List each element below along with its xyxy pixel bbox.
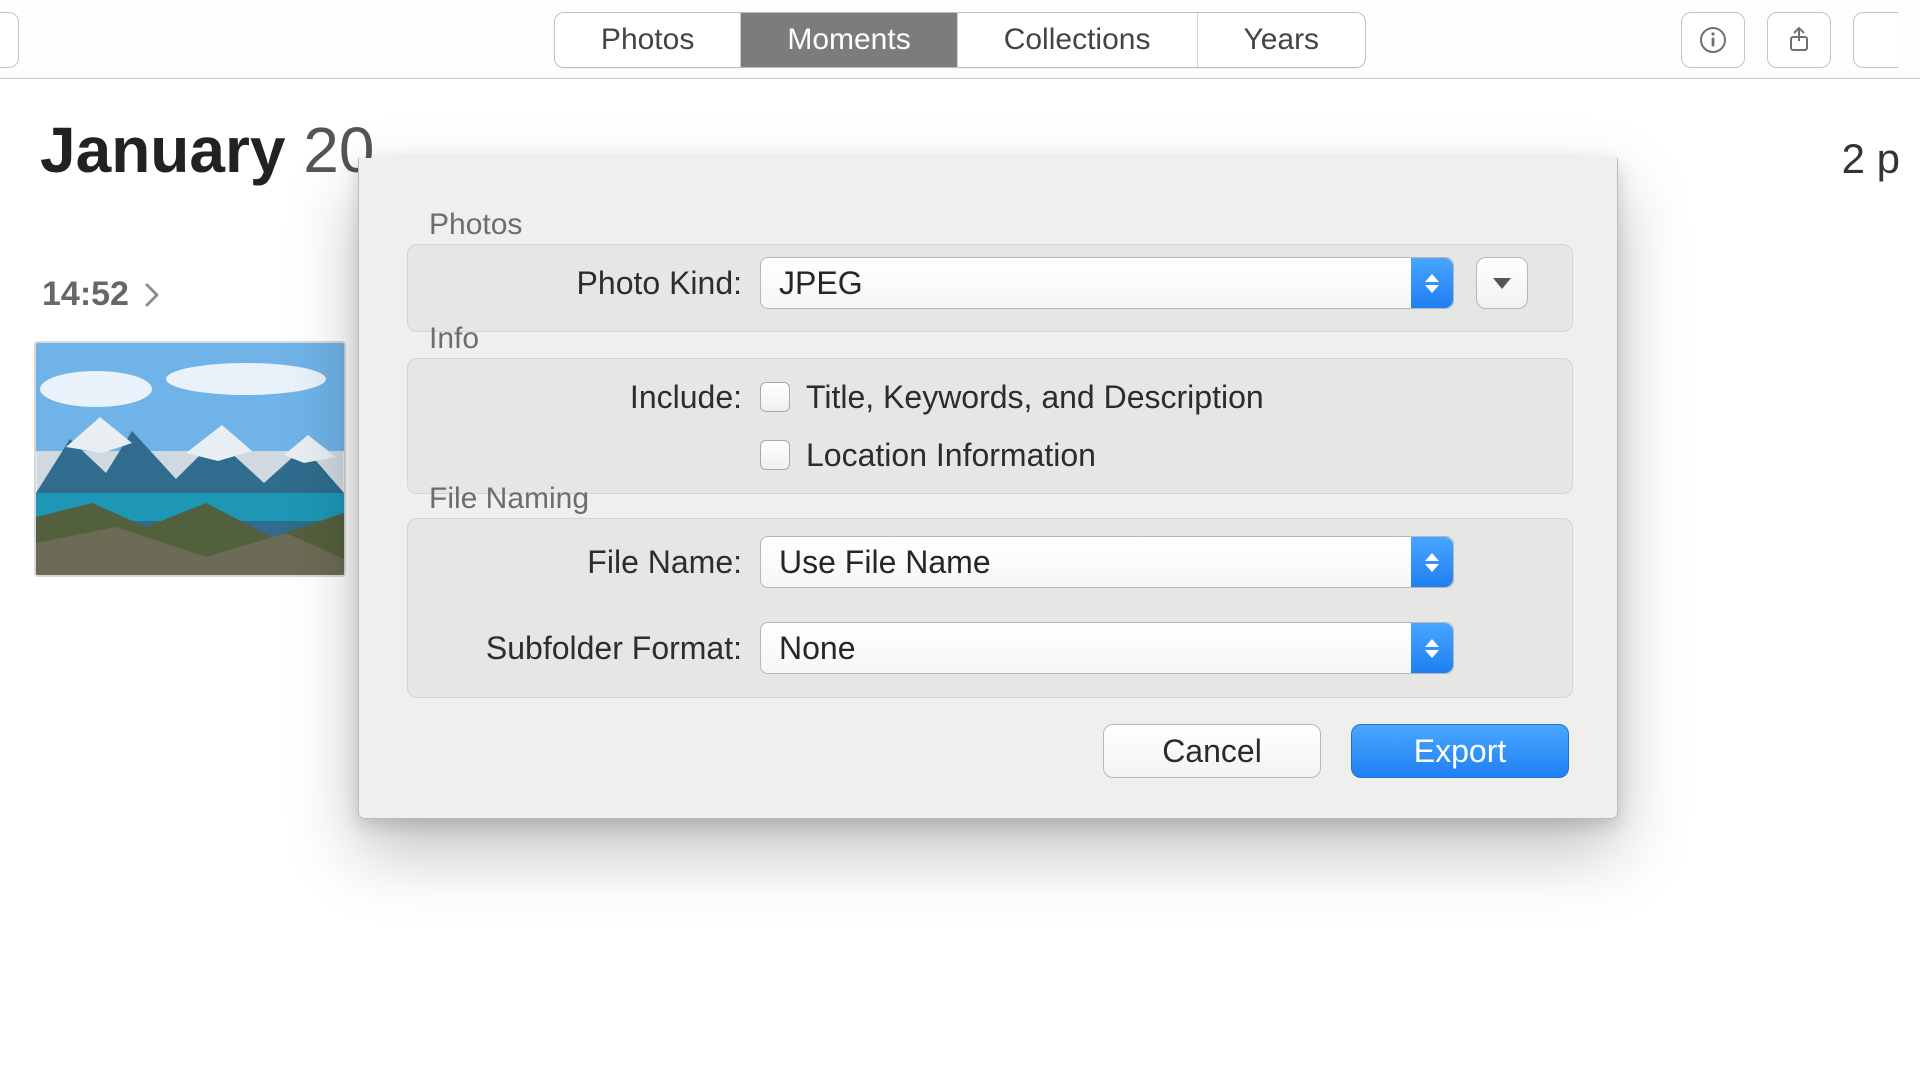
row-subfolder: Subfolder Format: None	[408, 605, 1572, 691]
popup-file-name[interactable]: Use File Name	[760, 536, 1454, 588]
group-photos: Photo Kind: JPEG	[407, 244, 1573, 332]
row-photo-kind: Photo Kind: JPEG	[408, 245, 1572, 321]
share-icon	[1784, 25, 1814, 55]
export-button[interactable]: Export	[1351, 724, 1569, 778]
row-file-name: File Name: Use File Name	[408, 519, 1572, 605]
popup-subfolder[interactable]: None	[760, 622, 1454, 674]
toolbar-left-button-fragment[interactable]	[0, 12, 19, 68]
export-sheet: Photos Photo Kind: JPEG Info Include: Ti…	[358, 158, 1618, 819]
disclosure-button[interactable]	[1476, 257, 1528, 309]
checkbox-location[interactable]	[760, 440, 790, 470]
updown-icon	[1411, 537, 1453, 587]
label-file-name: File Name:	[408, 544, 760, 581]
photo-count-fragment: 2 p	[1842, 135, 1900, 183]
dialog-buttons: Cancel Export	[1103, 724, 1569, 778]
mountain-lake-photo-icon	[36, 343, 344, 575]
checkbox-row-title: Title, Keywords, and Description	[760, 373, 1264, 421]
label-include: Include:	[408, 373, 760, 416]
checkbox-title-keywords[interactable]	[760, 382, 790, 412]
share-button[interactable]	[1767, 12, 1831, 68]
info-icon	[1698, 25, 1728, 55]
section-label-info: Info	[429, 322, 479, 356]
popup-photo-kind[interactable]: JPEG	[760, 257, 1454, 309]
tab-years[interactable]: Years	[1197, 13, 1365, 67]
toolbar-left-cut	[0, 12, 19, 68]
moment-month: January	[40, 114, 285, 186]
label-photo-kind: Photo Kind:	[408, 265, 760, 302]
chevron-right-icon	[143, 281, 161, 309]
section-label-photos: Photos	[429, 208, 522, 242]
popup-photo-kind-value: JPEG	[761, 265, 863, 302]
checkbox-label-title: Title, Keywords, and Description	[806, 379, 1264, 416]
photo-thumbnail[interactable]	[34, 341, 346, 577]
updown-icon	[1411, 623, 1453, 673]
checkbox-label-location: Location Information	[806, 437, 1096, 474]
tab-moments[interactable]: Moments	[741, 13, 957, 67]
moment-time-row[interactable]: 14:52	[42, 275, 161, 314]
content-area: January 20 2 p 14:52 Photos Photo Kind:	[0, 79, 1920, 1080]
toolbar-right-button-fragment[interactable]	[1853, 12, 1898, 68]
toolbar-right	[1681, 12, 1898, 68]
tab-collections[interactable]: Collections	[958, 13, 1198, 67]
moment-time: 14:52	[42, 275, 129, 314]
label-subfolder: Subfolder Format:	[408, 630, 760, 667]
group-naming: File Name: Use File Name Subfolder Forma…	[407, 518, 1573, 698]
info-button[interactable]	[1681, 12, 1745, 68]
popup-file-name-value: Use File Name	[761, 544, 991, 581]
updown-icon	[1411, 258, 1453, 308]
cancel-button[interactable]: Cancel	[1103, 724, 1321, 778]
section-label-naming: File Naming	[429, 482, 589, 516]
popup-subfolder-value: None	[761, 630, 856, 667]
checkbox-row-location: Location Information	[760, 431, 1264, 479]
tab-photos[interactable]: Photos	[555, 13, 741, 67]
view-segmented-control: Photos Moments Collections Years	[554, 12, 1366, 68]
group-info: Include: Title, Keywords, and Descriptio…	[407, 358, 1573, 494]
row-include: Include: Title, Keywords, and Descriptio…	[408, 359, 1572, 493]
toolbar: Photos Moments Collections Years	[0, 0, 1920, 79]
moment-title: January 20	[40, 113, 374, 187]
